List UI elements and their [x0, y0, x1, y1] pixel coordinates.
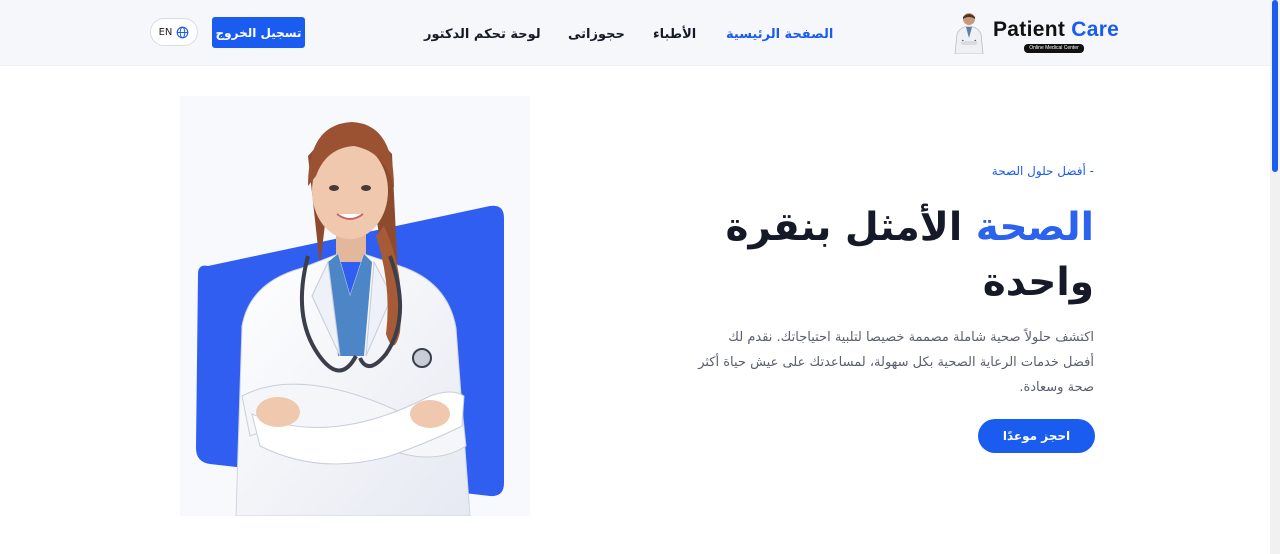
scrollbar-thumb[interactable]	[1272, 0, 1278, 172]
logo-word-patient: Patient	[993, 18, 1066, 41]
hero-headline: الصحة الأمثل بنقرة واحدة	[674, 200, 1094, 310]
hero-description: اكتشف حلولاً صحية شاملة مصممة خصيصا لتلب…	[698, 330, 1094, 395]
nav-link-my-bookings[interactable]: حجوزاتى	[568, 24, 625, 44]
hero-eyebrow: - أفضل حلول الصحة	[991, 164, 1094, 178]
book-appointment-button[interactable]: احجز موعدًا	[978, 419, 1095, 453]
doctor-photo	[180, 96, 530, 516]
doctor-logo-icon	[954, 13, 984, 54]
logo-word-care: Care	[1071, 18, 1120, 41]
nav-link-doctors[interactable]: الأطباء	[653, 24, 696, 44]
language-switch-button[interactable]: EN	[150, 18, 198, 46]
site-logo[interactable]: Patient Care Online Medical Center	[950, 8, 1120, 56]
logo-wordmark: Patient Care	[993, 18, 1119, 42]
logout-button[interactable]: تسجيل الخروج	[212, 17, 305, 48]
nav-link-home[interactable]: الصفحة الرئيسية	[726, 24, 833, 44]
page-scrollbar[interactable]	[1270, 0, 1280, 554]
logo-tagline: Online Medical Center	[1024, 44, 1084, 53]
language-label: EN	[158, 26, 173, 38]
nav-link-doctor-dashboard[interactable]: لوحة تحكم الدكتور	[424, 24, 541, 44]
hero-headline-accent: الصحة	[975, 205, 1094, 250]
globe-icon	[177, 26, 189, 38]
top-navbar: EN تسجيل الخروج لوحة تحكم الدكتور حجوزات…	[0, 0, 1280, 66]
